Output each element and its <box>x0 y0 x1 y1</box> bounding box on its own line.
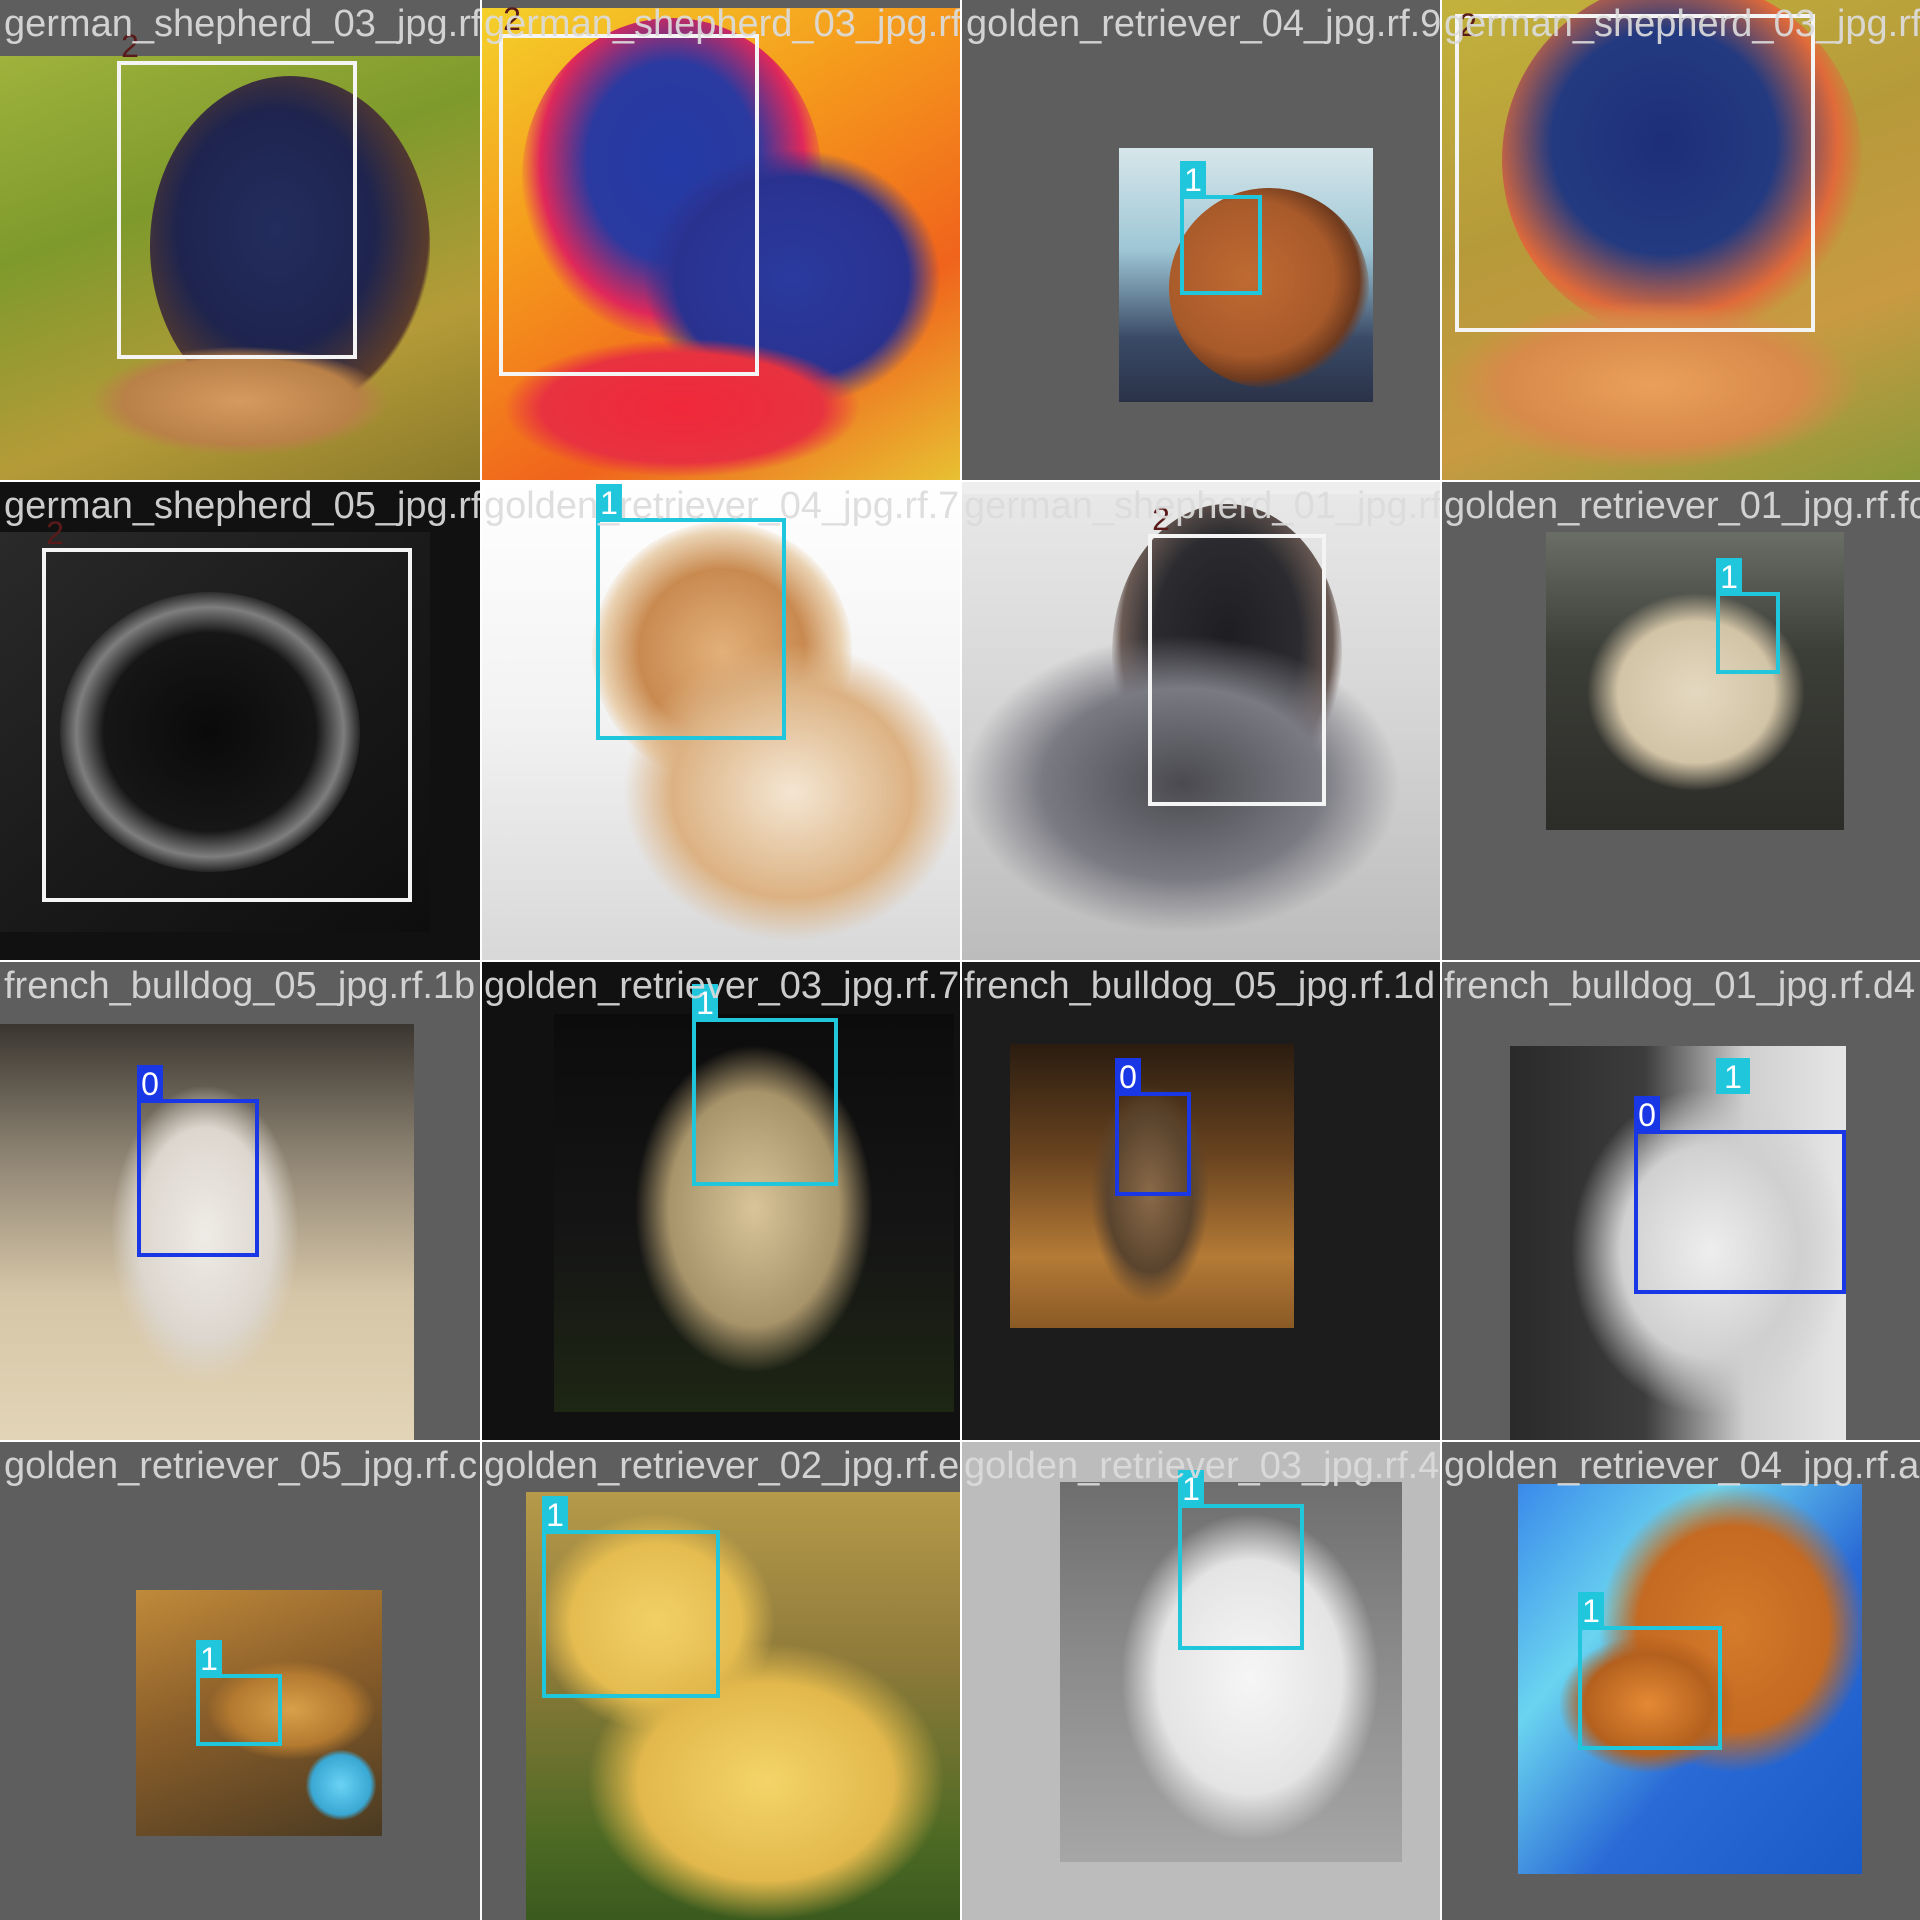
filename-label: french_bulldog_01_jpg.rf.d4 <box>1444 965 1916 1007</box>
filename-label: french_bulldog_05_jpg.rf.1b <box>4 965 476 1007</box>
filename-label: golden_retriever_04_jpg.rf.7 <box>484 485 960 527</box>
class-label: 1 <box>1578 1592 1604 1629</box>
tile-5: 2 german_shepherd_05_jpg.rf. <box>0 482 480 960</box>
bounding-box: 2 <box>117 28 357 359</box>
filename-label: golden_retriever_05_jpg.rf.c <box>4 1445 478 1487</box>
class-label: 1 <box>542 1496 568 1533</box>
filename-label: golden_retriever_03_jpg.rf.4 <box>964 1445 1440 1487</box>
bounding-box: 2 <box>1148 501 1326 806</box>
mosaic-grid: 2 german_shepherd_03_jpg.rf. 2 german_sh… <box>0 0 1920 1920</box>
bounding-box: 0 <box>137 1065 259 1257</box>
bounding-box: 0 <box>1115 1058 1191 1196</box>
tile-2: 2 german_shepherd_03_jpg.rf. <box>482 0 960 480</box>
bounding-box: 1 <box>1578 1592 1722 1750</box>
bounding-box: 0 <box>1634 1096 1846 1294</box>
bounding-box: 2 <box>499 1 759 376</box>
tile-13: 1 golden_retriever_05_jpg.rf.c <box>0 1442 480 1920</box>
tile-12: 0 french_bulldog_01_jpg.rf.d4 1 <box>1442 962 1920 1440</box>
tile-15: 1 golden_retriever_03_jpg.rf.4 <box>962 1442 1440 1920</box>
bounding-box: 1 <box>196 1640 282 1746</box>
filename-label: german_shepherd_03_jpg.rf. <box>1444 3 1920 45</box>
bounding-box: 1 <box>596 484 786 740</box>
bounding-box: 2 <box>1455 7 1815 332</box>
tile-1: 2 german_shepherd_03_jpg.rf. <box>0 0 480 480</box>
tile-9: 0 french_bulldog_05_jpg.rf.1b <box>0 962 480 1440</box>
tile-16: 1 golden_retriever_04_jpg.rf.a <box>1442 1442 1920 1920</box>
filename-label: golden_retriever_04_jpg.rf.a <box>1444 1445 1920 1487</box>
class-label: 0 <box>1115 1058 1141 1095</box>
tile-14: 1 golden_retriever_02_jpg.rf.e <box>482 1442 960 1920</box>
tile-image <box>1546 532 1844 830</box>
tile-8: 1 golden_retriever_01_jpg.rf.fc <box>1442 482 1920 960</box>
grid-divider <box>0 1440 1920 1442</box>
filename-label: golden_retriever_04_jpg.rf.9 <box>966 3 1440 45</box>
bounding-box: 1 <box>1180 161 1262 295</box>
tile-11: 0 french_bulldog_05_jpg.rf.1d <box>962 962 1440 1440</box>
filename-label: german_shepherd_03_jpg.rf. <box>484 3 960 45</box>
bounding-box: 1 <box>1178 1470 1304 1650</box>
filename-label: golden_retriever_01_jpg.rf.fc <box>1444 485 1920 527</box>
bounding-box: 1 <box>1716 558 1780 674</box>
grid-divider <box>0 480 1920 482</box>
filename-label: golden_retriever_02_jpg.rf.e <box>484 1445 960 1487</box>
class-label: 1 <box>1180 161 1206 198</box>
tile-10: 1 golden_retriever_03_jpg.rf.7 <box>482 962 960 1440</box>
tile-3: 1 golden_retriever_04_jpg.rf.9 <box>962 0 1440 480</box>
tile-4: 2 german_shepherd_03_jpg.rf. <box>1442 0 1920 480</box>
class-label: 1 <box>1716 1058 1750 1095</box>
filename-label: german_shepherd_05_jpg.rf. <box>4 485 480 527</box>
filename-label: french_bulldog_05_jpg.rf.1d <box>964 965 1436 1007</box>
filename-label: german_shepherd_01_jpg.rf. <box>964 485 1440 527</box>
grid-divider <box>0 960 1920 962</box>
class-label: 0 <box>137 1065 163 1102</box>
tile-6: 1 golden_retriever_04_jpg.rf.7 <box>482 482 960 960</box>
filename-label: golden_retriever_03_jpg.rf.7 <box>484 965 960 1007</box>
class-label: 1 <box>196 1640 222 1677</box>
filename-label: german_shepherd_03_jpg.rf. <box>4 3 480 45</box>
bounding-box: 1 <box>692 984 838 1186</box>
tile-7: 2 german_shepherd_01_jpg.rf. <box>962 482 1440 960</box>
class-label: 1 <box>1716 558 1742 595</box>
class-label: 0 <box>1634 1096 1660 1133</box>
bounding-box: 2 <box>42 515 412 902</box>
bounding-box: 1 <box>542 1496 720 1698</box>
